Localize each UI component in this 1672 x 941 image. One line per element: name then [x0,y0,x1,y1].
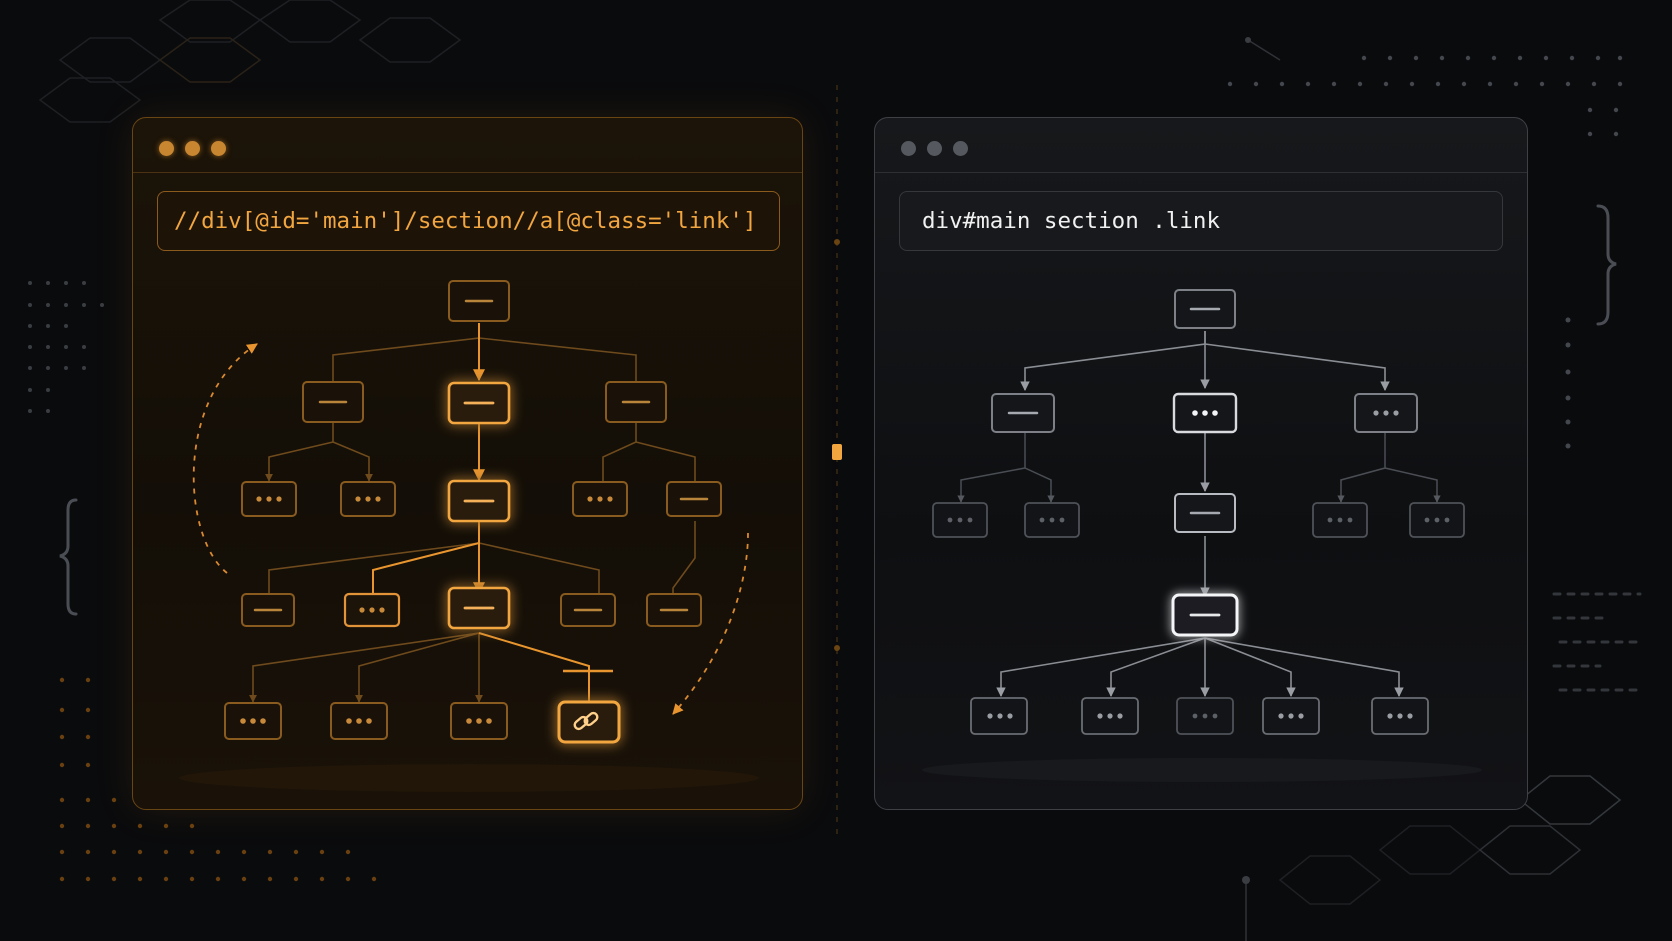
target-link-node [557,700,621,744]
css-dom-tree [922,289,1482,782]
ellipsis-icon [240,496,613,724]
css-selector-window: div#main section .link [874,117,1528,810]
splitter-handle[interactable] [832,444,842,460]
ellipsis-icon [987,410,1413,719]
ellipsis-icon [1192,410,1218,416]
xpath-window: //div[@id='main']/section//a[@class='lin… [132,117,803,810]
xpath-dom-tree [179,280,759,792]
